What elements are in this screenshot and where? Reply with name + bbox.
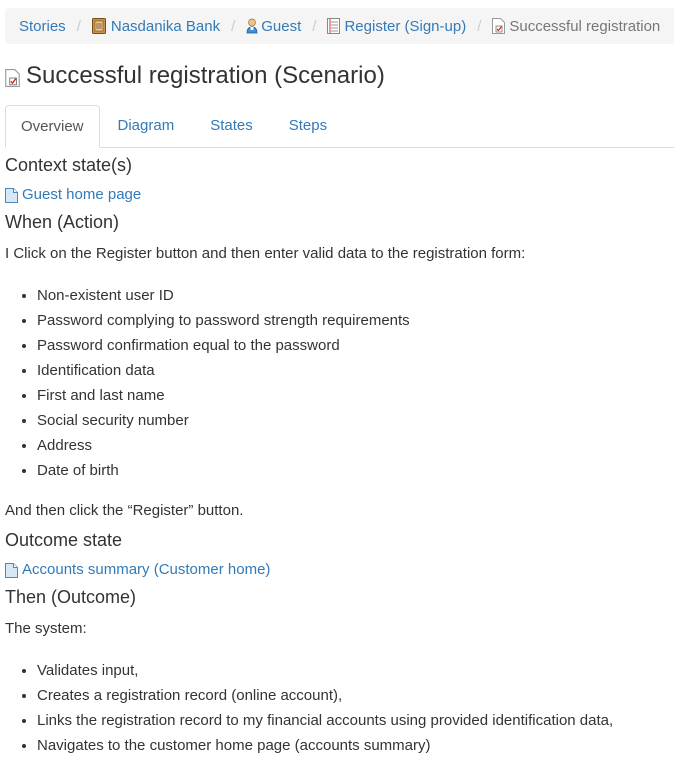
checked-document-icon	[5, 69, 20, 87]
list-item: Creates a registration record (online ac…	[37, 683, 674, 708]
breadcrumb-label: Nasdanika Bank	[110, 17, 221, 35]
list-item: Password confirmation equal to the passw…	[37, 333, 674, 358]
list-item: Social security number	[37, 408, 674, 433]
then-heading: Then (Outcome)	[5, 587, 137, 607]
ledger-icon	[91, 18, 106, 34]
list-item: Password complying to password strength …	[37, 308, 674, 333]
outcome-state-link-label: Accounts summary (Customer home)	[22, 561, 271, 578]
when-intro: I Click on the Register button and then …	[5, 245, 526, 262]
breadcrumb-stories[interactable]: Stories	[19, 18, 66, 35]
tab-steps[interactable]: Steps	[271, 105, 345, 146]
list-item: Validates input,	[37, 658, 674, 683]
then-list: Validates input, Creates a registration …	[5, 658, 674, 758]
then-intro: The system:	[5, 620, 87, 637]
list-item: Date of birth	[37, 458, 674, 483]
context-state-link-label: Guest home page	[22, 186, 142, 203]
overview-content: Context state(s) Guest home page When (A…	[5, 154, 674, 758]
breadcrumb-label: Register (Sign-up)	[344, 17, 467, 35]
outcome-state-link[interactable]: Accounts summary (Customer home)	[5, 561, 674, 579]
when-list: Non-existent user ID Password complying …	[5, 283, 674, 483]
page-icon	[5, 562, 18, 578]
breadcrumb-nasdanika-bank[interactable]: Nasdanika Bank	[91, 17, 221, 35]
context-state-heading: Context state(s)	[5, 155, 133, 175]
page-icon	[5, 187, 18, 203]
breadcrumb-separator: /	[312, 17, 317, 35]
breadcrumb-separator: /	[477, 17, 482, 35]
list-item: Identification data	[37, 358, 674, 383]
breadcrumb-register[interactable]: Register (Sign-up)	[327, 18, 466, 35]
page-title-text: Successful registration (Scenario)	[26, 62, 385, 89]
tab-overview[interactable]: Overview	[5, 105, 100, 148]
breadcrumb: Stories / Nasdanika Bank / Guest / Regis…	[5, 8, 674, 44]
breadcrumb-current: Successful registration	[492, 18, 660, 35]
list-document-icon	[327, 18, 341, 34]
tab-states[interactable]: States	[192, 105, 271, 146]
list-item: Non-existent user ID	[37, 283, 674, 308]
breadcrumb-separator: /	[231, 17, 236, 35]
user-icon	[246, 18, 258, 34]
checked-document-icon	[492, 18, 506, 34]
outcome-state-heading: Outcome state	[5, 530, 123, 550]
breadcrumb-guest[interactable]: Guest	[246, 18, 301, 35]
breadcrumb-label: Successful registration	[509, 17, 661, 35]
list-item: First and last name	[37, 383, 674, 408]
when-outro: And then click the “Register” button.	[5, 502, 244, 519]
list-item: Links the registration record to my fina…	[37, 708, 674, 733]
tab-bar: Overview Diagram States Steps	[5, 105, 674, 148]
breadcrumb-separator: /	[76, 17, 81, 35]
page-title: Successful registration (Scenario)	[5, 62, 385, 90]
list-item: Address	[37, 433, 674, 458]
when-heading: When (Action)	[5, 212, 120, 232]
context-state-link[interactable]: Guest home page	[5, 186, 674, 204]
list-item: Navigates to the customer home page (acc…	[37, 733, 674, 758]
breadcrumb-label: Guest	[261, 17, 302, 35]
tab-diagram[interactable]: Diagram	[100, 105, 193, 146]
